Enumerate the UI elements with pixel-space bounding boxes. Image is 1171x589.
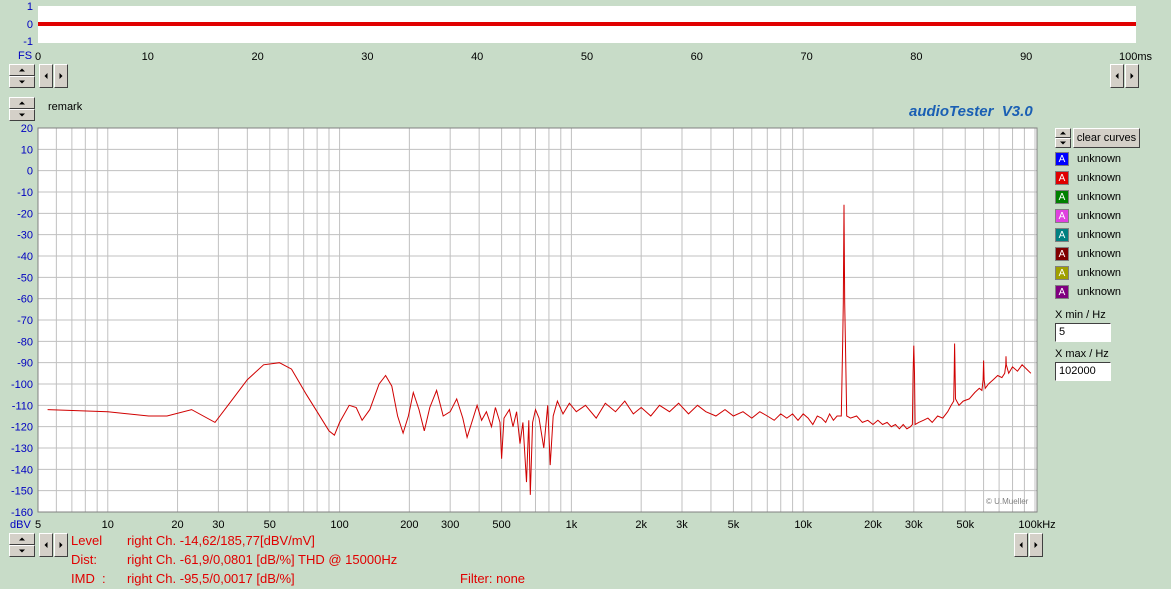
x-tick-label: 2k	[635, 519, 647, 531]
y-tick-label: -20	[17, 208, 33, 220]
y-tick-label: 20	[21, 123, 33, 135]
imd-key: IMD :	[71, 571, 106, 586]
x-tick-label: 200	[400, 519, 418, 531]
x-tick-label: 10	[102, 519, 114, 531]
y-tick-label: -100	[11, 379, 33, 391]
clear-curves-button[interactable]: clear curves	[1073, 128, 1140, 148]
legend-spinner-down[interactable]	[1055, 138, 1071, 148]
x-tick-label: 100kHz	[1018, 519, 1055, 531]
left-arrow-icon	[1019, 542, 1023, 548]
dist-key: Dist:	[71, 552, 97, 567]
x-tick-label: 1k	[566, 519, 578, 531]
curve-color-swatch[interactable]: A	[1055, 190, 1069, 204]
y-tick-label: 0	[27, 166, 33, 178]
curve-color-swatch[interactable]: A	[1055, 209, 1069, 223]
freq-end-left-button[interactable]	[1014, 533, 1028, 557]
y-tick-label: -90	[17, 358, 33, 370]
y-scale-spinner-down[interactable]	[9, 545, 35, 557]
y-scale-spinner-up[interactable]	[9, 533, 35, 545]
xmax-label: X max / Hz	[1055, 348, 1109, 360]
left-arrow-icon	[44, 542, 48, 548]
x-tick-label: 30k	[905, 519, 923, 531]
y-axis-label: dBV	[10, 519, 31, 531]
x-tick-label: 5k	[728, 519, 740, 531]
filter-label: Filter: none	[460, 571, 526, 586]
down-arrow-icon	[1060, 141, 1066, 145]
level-value: right Ch. -14,62/185,77[dBV/mV]	[127, 533, 315, 548]
x-tick-label: 500	[492, 519, 510, 531]
curve-color-swatch[interactable]: A	[1055, 266, 1069, 280]
down-arrow-icon	[19, 549, 25, 553]
curve-color-swatch[interactable]: A	[1055, 228, 1069, 242]
y-tick-label: -50	[17, 272, 33, 284]
x-tick-label: 100	[330, 519, 348, 531]
legend-label: unknown	[1077, 210, 1122, 222]
y-tick-label: -40	[17, 251, 33, 263]
curve-color-swatch[interactable]: A	[1055, 152, 1069, 166]
dist-value: right Ch. -61,9/0,0801 [dB/%] THD @ 1500…	[127, 552, 398, 567]
xmin-label: X min / Hz	[1055, 309, 1106, 321]
y-tick-label: -10	[17, 187, 33, 199]
freq-scroll-left-button[interactable]	[39, 533, 53, 557]
x-tick-label: 5	[35, 519, 41, 531]
x-tick-label: 3k	[676, 519, 688, 531]
x-tick-label: 50k	[956, 519, 974, 531]
freq-scroll-right-button[interactable]	[54, 533, 68, 557]
y-tick-label: -30	[17, 230, 33, 242]
curve-color-swatch[interactable]: A	[1055, 285, 1069, 299]
imd-value: right Ch. -95,5/0,0017 [dB/%]	[127, 571, 295, 586]
legend-label: unknown	[1077, 191, 1122, 203]
legend-label: unknown	[1077, 286, 1122, 298]
x-tick-label: 20	[171, 519, 183, 531]
y-tick-label: -130	[11, 443, 33, 455]
legend-label: unknown	[1077, 172, 1122, 184]
x-tick-label: 50	[264, 519, 276, 531]
y-tick-label: -110	[12, 400, 33, 412]
legend-label: unknown	[1077, 229, 1122, 241]
x-tick-label: 10k	[794, 519, 812, 531]
y-tick-label: -80	[17, 336, 33, 348]
legend-spinner-up[interactable]	[1055, 128, 1071, 138]
y-tick-label: -120	[11, 422, 33, 434]
right-arrow-icon	[59, 542, 63, 548]
y-tick-label: -140	[11, 464, 33, 476]
copyright-label: © U.Mueller	[986, 497, 1029, 506]
legend-label: unknown	[1077, 153, 1122, 165]
curve-color-swatch[interactable]: A	[1055, 247, 1069, 261]
y-tick-label: -160	[11, 507, 33, 519]
curve-color-swatch[interactable]: A	[1055, 171, 1069, 185]
legend-label: unknown	[1077, 248, 1122, 260]
y-tick-label: -70	[17, 315, 33, 327]
up-arrow-icon	[1060, 131, 1066, 135]
x-tick-label: 30	[212, 519, 224, 531]
x-tick-label: 300	[441, 519, 459, 531]
right-arrow-icon	[1034, 542, 1038, 548]
freq-end-right-button[interactable]	[1029, 533, 1043, 557]
up-arrow-icon	[19, 537, 25, 541]
xmin-input[interactable]: 5	[1055, 323, 1111, 342]
level-key: Level	[71, 533, 103, 548]
xmax-input[interactable]: 102000	[1055, 362, 1111, 381]
y-tick-label: 10	[21, 144, 33, 156]
y-tick-label: -60	[17, 294, 33, 306]
x-tick-label: 20k	[864, 519, 882, 531]
y-tick-label: -150	[11, 486, 33, 498]
legend-label: unknown	[1077, 267, 1122, 279]
